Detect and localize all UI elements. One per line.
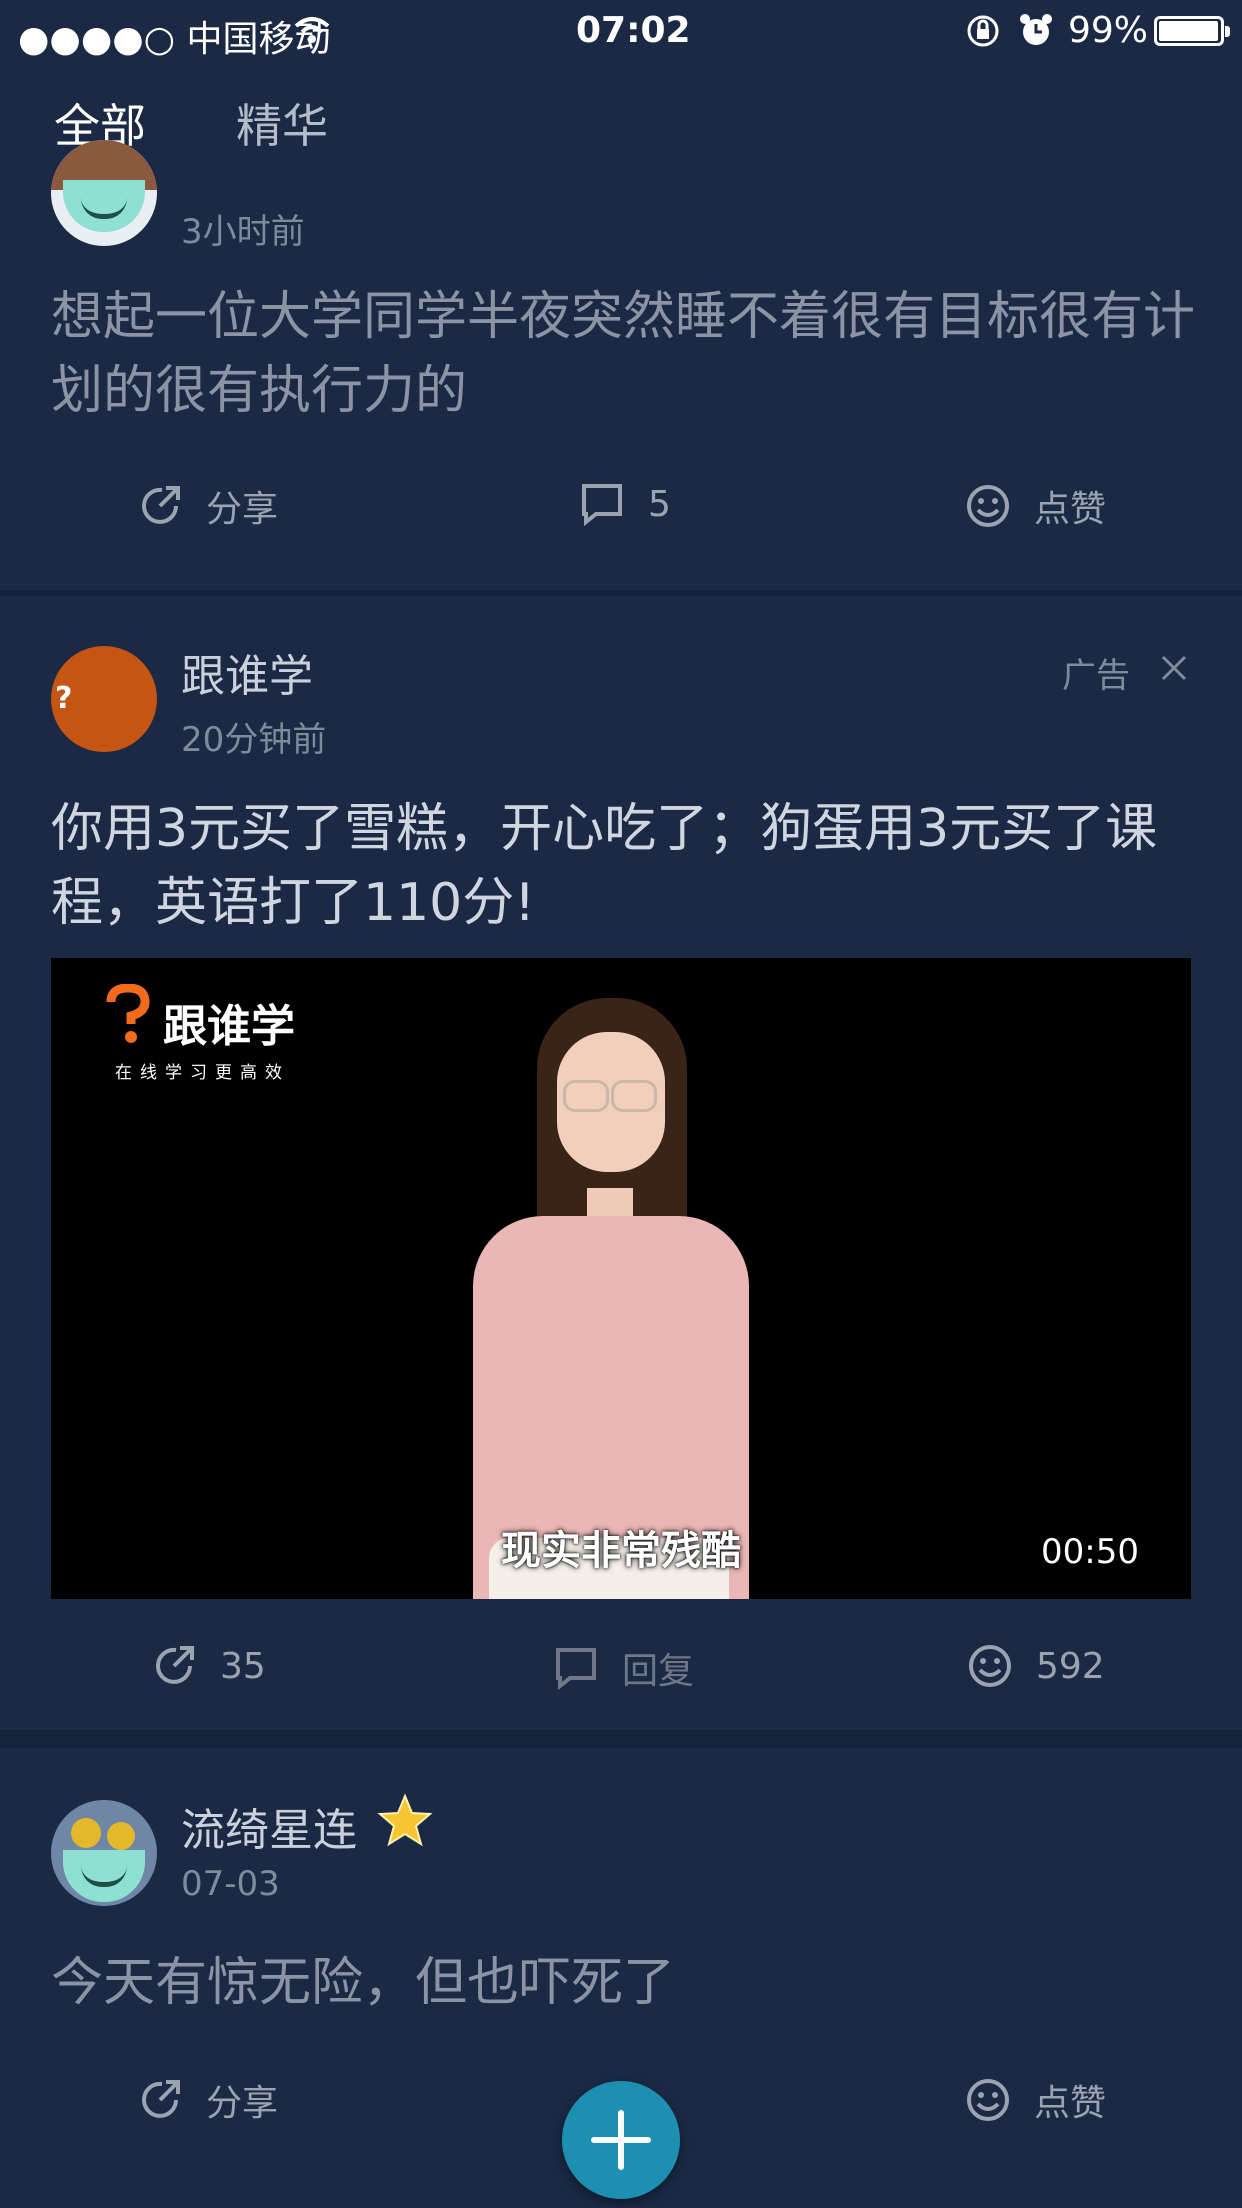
like-face-icon	[969, 1645, 1011, 1687]
comment-icon	[556, 1648, 596, 1691]
share-label: 分享	[206, 2083, 279, 2124]
status-bar: ●●●●○ 中国移动 07:02 99%	[0, 0, 1242, 62]
post-text: 想起一位大学同学半夜突然睡不着很有目标很有计划的很有执行力的	[51, 287, 1196, 421]
author-name[interactable]: 跟谁学	[181, 640, 313, 704]
share-icon	[142, 2080, 180, 2118]
ad-badge: 广告	[1062, 656, 1130, 696]
post-time: 07-03	[181, 1864, 280, 1904]
rotation-lock-icon	[967, 15, 999, 47]
like-button[interactable]: 点赞	[964, 2074, 1106, 2126]
compose-button[interactable]	[562, 2081, 680, 2199]
share-button[interactable]: 分享	[136, 480, 278, 532]
share-button[interactable]: 35	[150, 1642, 266, 1690]
brand-avatar[interactable]: ?	[51, 646, 157, 752]
like-count: 592	[1036, 1645, 1105, 1687]
like-face-icon	[967, 485, 1009, 527]
video-subtitle: 现实非常残酷	[501, 1528, 741, 1574]
comment-button[interactable]: 5	[578, 480, 671, 528]
clock: 07:02	[576, 10, 691, 51]
comment-icon	[582, 484, 622, 527]
plus-icon	[591, 2110, 651, 2170]
post-time: 20分钟前	[181, 720, 327, 760]
comment-count: 5	[648, 483, 671, 525]
post-time: 3小时前	[181, 212, 305, 252]
svg-text:?: ?	[55, 681, 72, 716]
tab-featured[interactable]: 精华	[236, 90, 328, 156]
share-count: 35	[220, 1645, 266, 1687]
post-card[interactable]: 3小时前 想起一位大学同学半夜突然睡不着很有目标很有计划的很有执行力的 分享 5…	[0, 140, 1242, 590]
video-duration: 00:50	[1041, 1532, 1139, 1572]
user-avatar[interactable]	[51, 1800, 157, 1906]
share-icon	[156, 1646, 194, 1684]
post-text: 今天有惊无险，但也吓死了	[51, 1953, 676, 2013]
video-tagline: 在线学习更高效	[115, 1063, 290, 1083]
reply-button[interactable]: 回复	[552, 1642, 694, 1694]
like-label: 点赞	[1034, 2083, 1107, 2124]
question-logo-icon	[106, 984, 150, 1043]
reply-label: 回复	[622, 1651, 695, 1692]
battery-percent: 99%	[1068, 10, 1149, 51]
like-button[interactable]: 点赞	[964, 480, 1106, 532]
close-icon[interactable]	[1158, 652, 1190, 684]
user-avatar[interactable]	[51, 140, 157, 246]
star-badge-icon	[377, 1793, 433, 1847]
share-button[interactable]: 分享	[136, 2074, 278, 2126]
alarm-icon	[1020, 14, 1052, 45]
brand-logo-icon: ?	[55, 681, 72, 716]
wifi-icon	[294, 17, 330, 43]
presenter-image	[459, 998, 759, 1599]
like-face-icon	[967, 2079, 1009, 2121]
carrier-label: ●●●●○ 中国移动	[18, 19, 331, 60]
battery-icon	[1154, 16, 1230, 46]
post-text: 你用3元买了雪糕，开心吃了；狗蛋用3元买了课程，英语打了110分!	[51, 799, 1158, 933]
share-label: 分享	[206, 489, 279, 530]
author-name[interactable]: 流绮星连	[181, 1794, 357, 1858]
tab-bar: 全部 精华	[0, 62, 1242, 180]
video-player[interactable]: 跟谁学 在线学习更高效 现实非常残酷 00:50	[51, 958, 1191, 1599]
like-button[interactable]: 592	[966, 1642, 1105, 1690]
share-icon	[142, 486, 180, 524]
video-brand: 跟谁学	[163, 1001, 295, 1052]
like-label: 点赞	[1034, 489, 1107, 530]
